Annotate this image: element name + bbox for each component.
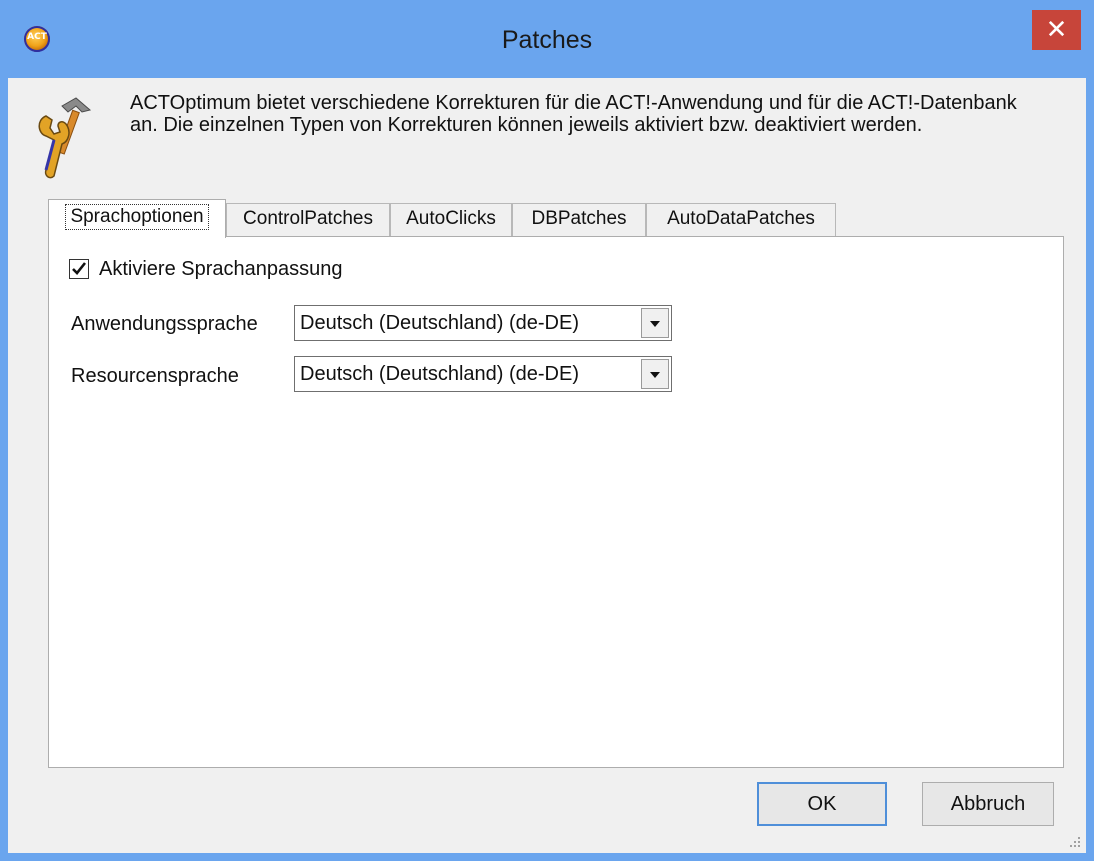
- language-adjust-checkbox[interactable]: [69, 259, 89, 279]
- tab-panel-sprachoptionen: Aktiviere Sprachanpassung Anwendungsspra…: [48, 236, 1064, 768]
- app-language-label: Anwendungssprache: [71, 313, 258, 335]
- tools-icon: [32, 96, 92, 182]
- tab-dbpatches[interactable]: DBPatches: [512, 203, 646, 236]
- title-bar[interactable]: ACT Patches ✕: [0, 0, 1094, 78]
- resource-language-value: Deutsch (Deutschland) (de-DE): [300, 363, 579, 385]
- chevron-down-icon: [650, 372, 660, 378]
- language-adjust-label: Aktiviere Sprachanpassung: [99, 258, 343, 280]
- tab-label: ControlPatches: [243, 208, 373, 229]
- checkmark-icon: [72, 262, 87, 275]
- tab-controlpatches[interactable]: ControlPatches: [226, 203, 390, 236]
- tab-label: AutoDataPatches: [667, 208, 815, 229]
- chevron-down-icon: [650, 321, 660, 327]
- patches-dialog: ACT Patches ✕ ACTOptimum bietet verschie…: [0, 0, 1094, 861]
- resource-language-select[interactable]: Deutsch (Deutschland) (de-DE): [294, 356, 672, 392]
- header-description: ACTOptimum bietet verschiedene Korrektur…: [130, 92, 1017, 136]
- ok-button[interactable]: OK: [757, 782, 887, 826]
- dialog-client-area: ACTOptimum bietet verschiedene Korrektur…: [8, 78, 1086, 853]
- tab-sprachoptionen[interactable]: Sprachoptionen: [48, 199, 226, 238]
- app-language-value: Deutsch (Deutschland) (de-DE): [300, 312, 579, 334]
- tab-label: AutoClicks: [406, 208, 496, 229]
- tab-autoclicks[interactable]: AutoClicks: [390, 203, 512, 236]
- close-button[interactable]: ✕: [1032, 10, 1081, 50]
- cancel-button[interactable]: Abbruch: [922, 782, 1054, 826]
- tab-autodatapatches[interactable]: AutoDataPatches: [646, 203, 836, 236]
- app-language-select[interactable]: Deutsch (Deutschland) (de-DE): [294, 305, 672, 341]
- resize-grip-icon[interactable]: [1068, 835, 1082, 849]
- app-language-dropdown-button[interactable]: [641, 308, 669, 338]
- tab-label: Sprachoptionen: [65, 204, 209, 230]
- resource-language-label: Resourcensprache: [71, 365, 239, 387]
- tab-label: DBPatches: [531, 208, 627, 229]
- resource-language-dropdown-button[interactable]: [641, 359, 669, 389]
- window-title: Patches: [501, 26, 593, 54]
